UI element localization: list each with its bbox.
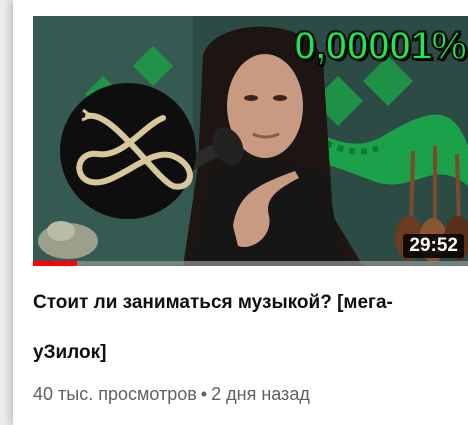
video-card[interactable]: 0,00001% 29:52 Стоит ли заниматься музык… bbox=[13, 0, 468, 425]
meta-separator: • bbox=[200, 384, 208, 404]
video-title[interactable]: Стоит ли заниматься музыкой? [мега-уЗило… bbox=[33, 278, 453, 378]
video-thumbnail[interactable]: 0,00001% 29:52 bbox=[33, 16, 468, 266]
watch-progress-bar bbox=[33, 261, 468, 266]
thumbnail-overlay-text: 0,00001% bbox=[293, 23, 468, 69]
view-count: 40 тыс. просмотров bbox=[33, 384, 197, 404]
watch-progress-fill bbox=[33, 261, 77, 266]
video-metadata: 40 тыс. просмотров • 2 дня назад bbox=[33, 384, 310, 405]
duration-badge: 29:52 bbox=[403, 234, 464, 258]
upload-age: 2 дня назад bbox=[211, 384, 310, 404]
